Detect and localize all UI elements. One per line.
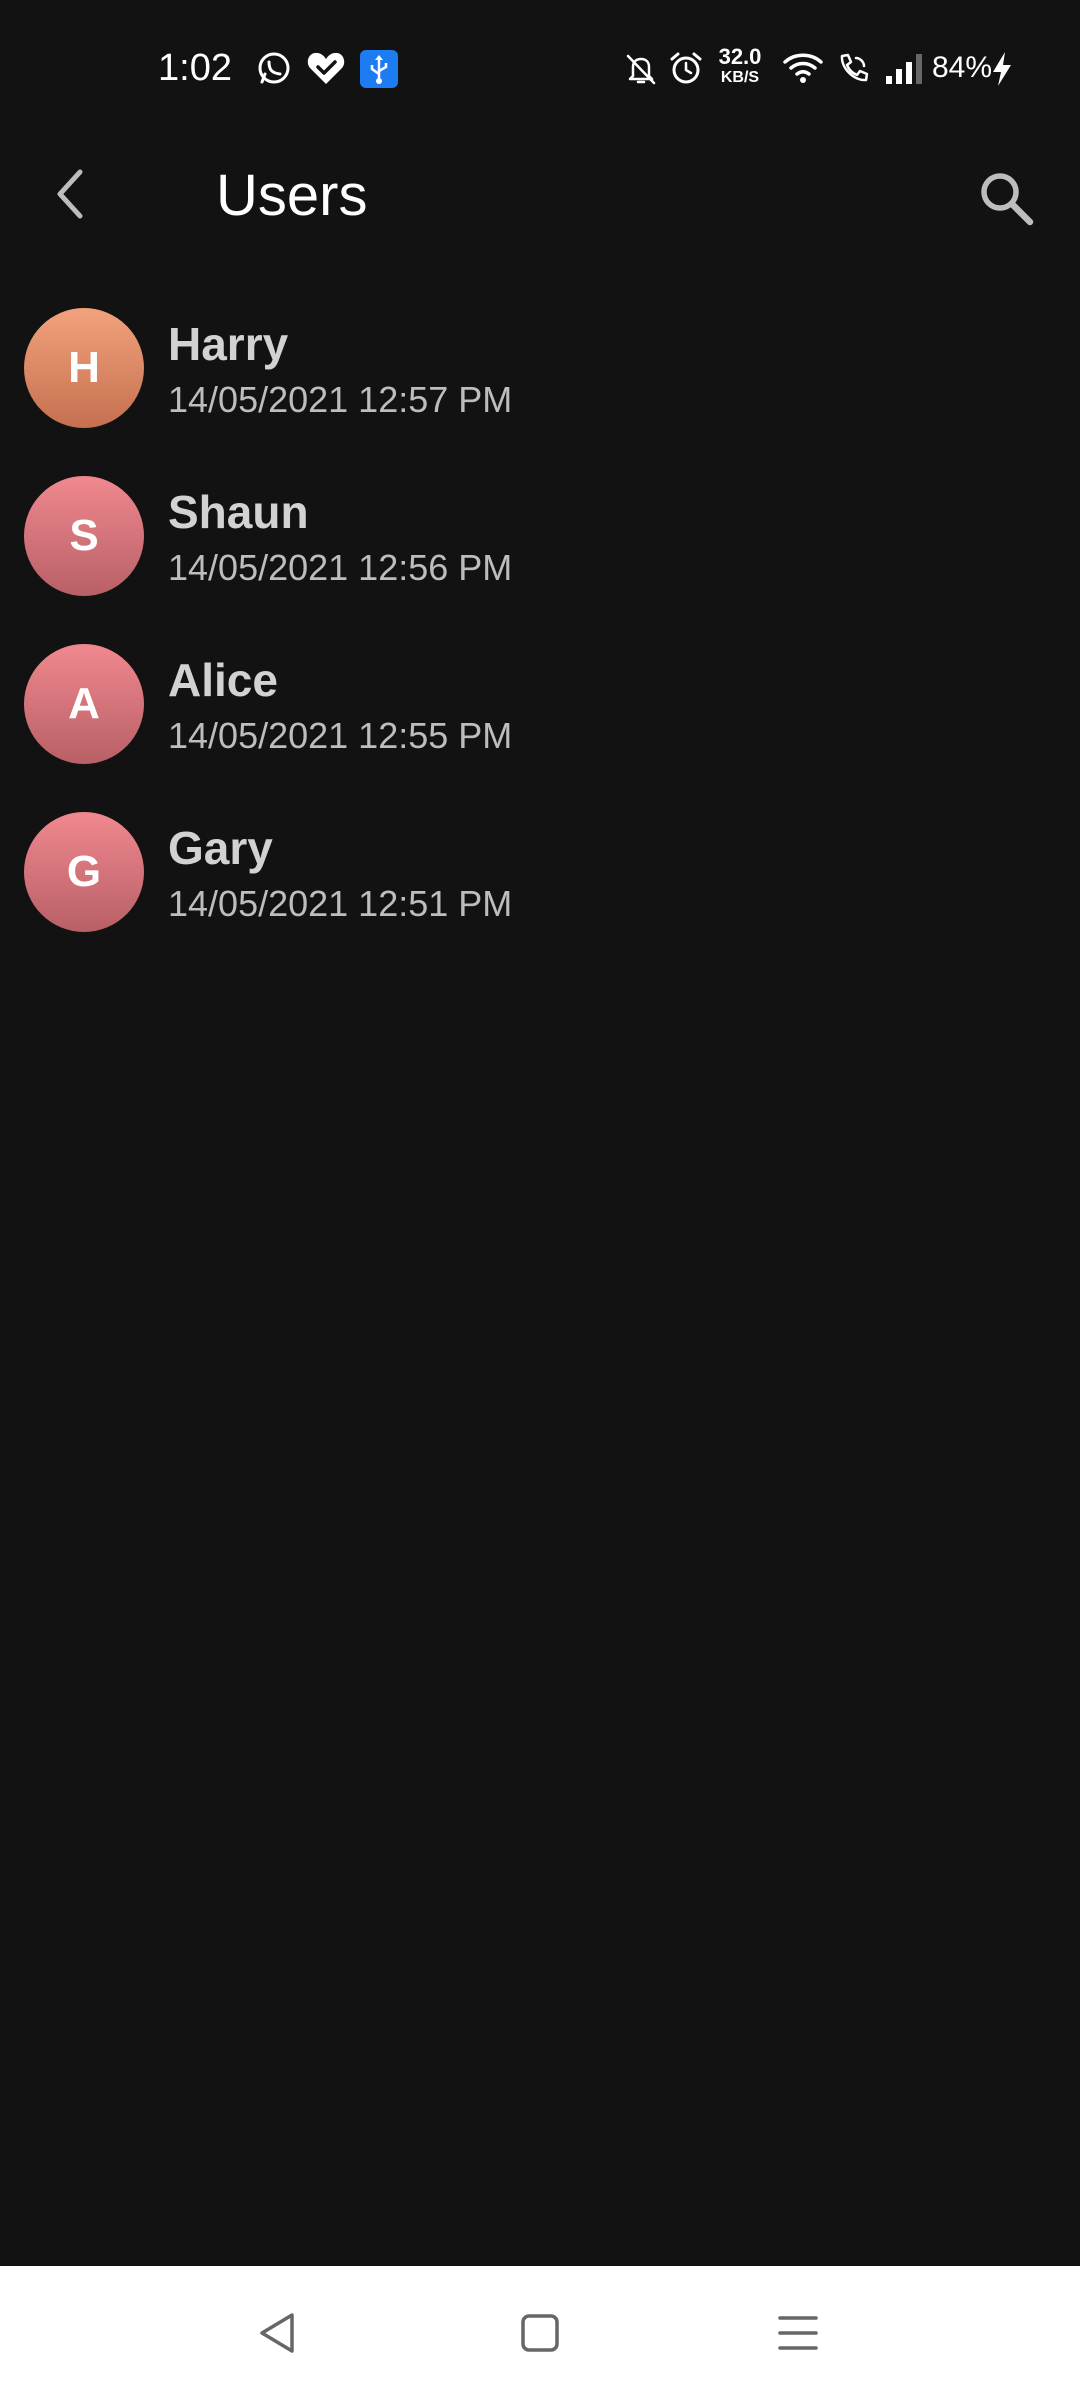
user-row-shaun[interactable]: S Shaun 14/05/2021 12:56 PM — [0, 468, 1080, 636]
user-name: Gary — [168, 822, 273, 874]
status-time: 1:02 — [158, 47, 232, 89]
avatar: G — [24, 812, 144, 932]
avatar-initial: A — [68, 679, 100, 728]
user-row-gary[interactable]: G Gary 14/05/2021 12:51 PM — [0, 804, 1080, 972]
notifications-off-icon — [626, 54, 656, 85]
page-title: Users — [216, 163, 368, 228]
avatar-initial: S — [69, 511, 99, 560]
wifi-icon — [783, 53, 823, 83]
network-speed-value: 32.0 — [718, 44, 762, 69]
avatar: A — [24, 644, 144, 764]
app-screen: 1:02 32.0 KB/S 84% Users H Harry 14/05/2… — [0, 0, 1080, 2400]
usb-icon — [360, 50, 398, 88]
avatar-initial: H — [68, 343, 100, 392]
user-timestamp: 14/05/2021 12:51 PM — [168, 883, 513, 924]
search-icon — [981, 173, 1034, 226]
charging-icon — [993, 52, 1011, 86]
search-button[interactable] — [966, 158, 1046, 238]
back-button[interactable] — [34, 158, 106, 230]
user-list: H Harry 14/05/2021 12:57 PM S Shaun 14/0… — [0, 300, 1080, 972]
nav-back-button[interactable] — [230, 2288, 326, 2378]
nav-back-icon — [260, 2313, 294, 2353]
avatar-initial: G — [66, 847, 102, 896]
avatar: H — [24, 308, 144, 428]
network-speed: 32.0 KB/S — [712, 46, 768, 86]
app-bar: Users — [0, 138, 1080, 262]
user-name: Harry — [168, 318, 289, 370]
alarm-icon — [670, 52, 702, 84]
network-speed-unit: KB/S — [720, 69, 760, 86]
signal-icon — [886, 54, 922, 84]
battery-percent: 84% — [932, 51, 993, 84]
user-timestamp: 14/05/2021 12:55 PM — [168, 715, 513, 756]
heart-check-icon — [307, 52, 345, 84]
user-timestamp: 14/05/2021 12:56 PM — [168, 547, 513, 588]
nav-menu-button[interactable] — [750, 2288, 846, 2378]
user-row-alice[interactable]: A Alice 14/05/2021 12:55 PM — [0, 636, 1080, 804]
nav-home-button[interactable] — [492, 2288, 588, 2378]
user-row-harry[interactable]: H Harry 14/05/2021 12:57 PM — [0, 300, 1080, 468]
user-name: Shaun — [168, 486, 309, 538]
user-timestamp: 14/05/2021 12:57 PM — [168, 379, 513, 420]
avatar: S — [24, 476, 144, 596]
nav-home-icon — [521, 2314, 559, 2352]
system-nav-bar — [0, 2266, 1080, 2400]
wifi-calling-icon — [840, 53, 869, 82]
status-bar: 1:02 32.0 KB/S 84% — [0, 0, 1080, 138]
whatsapp-icon — [258, 52, 290, 84]
chevron-left-icon — [57, 169, 83, 219]
nav-menu-icon — [778, 2316, 818, 2350]
user-name: Alice — [168, 654, 278, 706]
